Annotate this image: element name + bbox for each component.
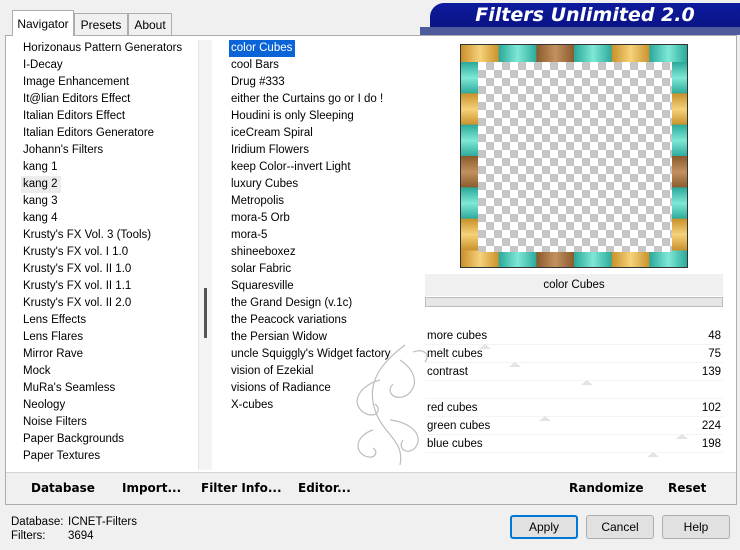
category-item[interactable]: kang 2	[21, 176, 61, 193]
filters-count: 3694	[68, 530, 94, 542]
param-value: 75	[708, 348, 721, 360]
category-item[interactable]: Johann's Filters	[21, 142, 106, 159]
bottom-toolbar: Database Import... Filter Info... Editor…	[6, 472, 736, 504]
param-value: 224	[701, 420, 721, 432]
slider-track[interactable]	[425, 452, 723, 457]
help-button[interactable]: Help	[662, 515, 730, 539]
param-row[interactable]: melt cubes 75	[425, 346, 723, 367]
filter-item[interactable]: X-cubes	[229, 397, 276, 414]
category-item[interactable]: Krusty's FX vol. II 1.1	[21, 278, 134, 295]
filter-item[interactable]: luxury Cubes	[229, 176, 301, 193]
category-item[interactable]: Noise Filters	[21, 414, 90, 431]
category-scrollbar[interactable]	[198, 40, 212, 470]
param-row[interactable]: green cubes 224	[425, 418, 723, 439]
param-label: more cubes	[427, 330, 488, 342]
category-item[interactable]: Paper Backgrounds	[21, 431, 127, 448]
randomize-button[interactable]: Randomize	[569, 481, 643, 495]
category-item[interactable]: Mock	[21, 363, 53, 380]
category-item[interactable]: kang 4	[21, 210, 61, 227]
editor-button[interactable]: Editor...	[298, 481, 351, 495]
filter-item[interactable]: solar Fabric	[229, 261, 294, 278]
param-value: 139	[701, 366, 721, 378]
filter-item[interactable]: Iridium Flowers	[229, 142, 312, 159]
import-button[interactable]: Import...	[122, 481, 181, 495]
category-item[interactable]: Krusty's FX vol. II 2.0	[21, 295, 134, 312]
filter-item[interactable]: visions of Radiance	[229, 380, 334, 397]
category-item[interactable]: Image Enhancement	[21, 74, 132, 91]
category-item[interactable]: Lens Flares	[21, 329, 86, 346]
database-value: ICNET-Filters	[68, 516, 137, 528]
category-item[interactable]: Italian Editors Generatore	[21, 125, 157, 142]
param-row[interactable]	[425, 382, 723, 400]
reset-button[interactable]: Reset	[668, 481, 706, 495]
scrollbar-thumb[interactable]	[204, 288, 207, 338]
filter-item[interactable]: the Peacock variations	[229, 312, 350, 329]
param-row[interactable]: red cubes 102	[425, 400, 723, 421]
filter-item[interactable]: Drug #333	[229, 74, 288, 91]
param-row[interactable]: blue cubes 198	[425, 436, 723, 457]
category-item[interactable]: Neology	[21, 397, 68, 414]
filter-item[interactable]: Squaresville	[229, 278, 297, 295]
preview-image	[460, 44, 688, 268]
param-label: contrast	[427, 366, 468, 378]
category-item[interactable]: Italian Editors Effect	[21, 108, 128, 125]
database-label: Database:	[11, 516, 64, 528]
category-item[interactable]: Krusty's FX vol. II 1.0	[21, 261, 134, 278]
filter-item[interactable]: the Persian Widow	[229, 329, 330, 346]
filters-label: Filters:	[11, 530, 46, 542]
filter-item[interactable]: vision of Ezekial	[229, 363, 316, 380]
watermark-decoration	[356, 344, 428, 466]
category-item[interactable]: MuRa's Seamless	[21, 380, 118, 397]
category-item[interactable]: Lens Effects	[21, 312, 89, 329]
filter-item[interactable]: either the Curtains go or I do !	[229, 91, 386, 108]
category-item[interactable]: It@lian Editors Effect	[21, 91, 133, 108]
category-item[interactable]: Horizonaus Pattern Generators	[21, 40, 185, 57]
param-label: green cubes	[427, 420, 491, 432]
param-value: 48	[708, 330, 721, 342]
category-item[interactable]: I-Decay	[21, 57, 66, 74]
database-button[interactable]: Database	[31, 481, 95, 495]
param-value: 102	[701, 402, 721, 414]
apply-button[interactable]: Apply	[510, 515, 578, 539]
category-item[interactable]: Mirror Rave	[21, 346, 86, 363]
tab-about[interactable]: About	[128, 13, 172, 35]
filter-item[interactable]: the Grand Design (v.1c)	[229, 295, 355, 312]
filter-item[interactable]: shineeboxez	[229, 244, 299, 261]
category-item[interactable]: Krusty's FX Vol. 3 (Tools)	[21, 227, 154, 244]
tab-navigator[interactable]: Navigator	[12, 10, 74, 36]
filter-item[interactable]: cool Bars	[229, 57, 282, 74]
param-value: 198	[701, 438, 721, 450]
cancel-button[interactable]: Cancel	[586, 515, 654, 539]
category-item[interactable]: kang 1	[21, 159, 61, 176]
category-item[interactable]: kang 3	[21, 193, 61, 210]
param-label: red cubes	[427, 402, 478, 414]
filter-item[interactable]: iceCream Spiral	[229, 125, 316, 142]
category-item[interactable]: Krusty's FX vol. I 1.0	[21, 244, 131, 261]
param-row[interactable]: more cubes 48	[425, 328, 723, 349]
param-label: melt cubes	[427, 348, 483, 360]
transparent-area	[478, 62, 672, 252]
param-row[interactable]: contrast 139	[425, 364, 723, 385]
title-banner-underline	[420, 27, 740, 35]
category-item[interactable]: Paper Textures	[21, 448, 103, 465]
filter-item[interactable]: Houdini is only Sleeping	[229, 108, 357, 125]
slider-thumb[interactable]	[647, 452, 660, 457]
param-label: blue cubes	[427, 438, 483, 450]
category-list[interactable]: Horizonaus Pattern Generators I-Decay Imag…	[21, 40, 197, 470]
filter-item[interactable]: color Cubes	[229, 40, 296, 57]
filter-name-label: color Cubes	[425, 274, 723, 296]
filter-item[interactable]: keep Color--invert Light	[229, 159, 354, 176]
filter-item[interactable]: mora-5	[229, 227, 270, 244]
progress-bar	[425, 297, 723, 307]
tab-presets[interactable]: Presets	[74, 13, 128, 35]
filter-info-button[interactable]: Filter Info...	[201, 481, 282, 495]
filter-item[interactable]: Metropolis	[229, 193, 287, 210]
app-title: Filters Unlimited 2.0	[430, 3, 740, 27]
filter-item[interactable]: mora-5 Orb	[229, 210, 293, 227]
